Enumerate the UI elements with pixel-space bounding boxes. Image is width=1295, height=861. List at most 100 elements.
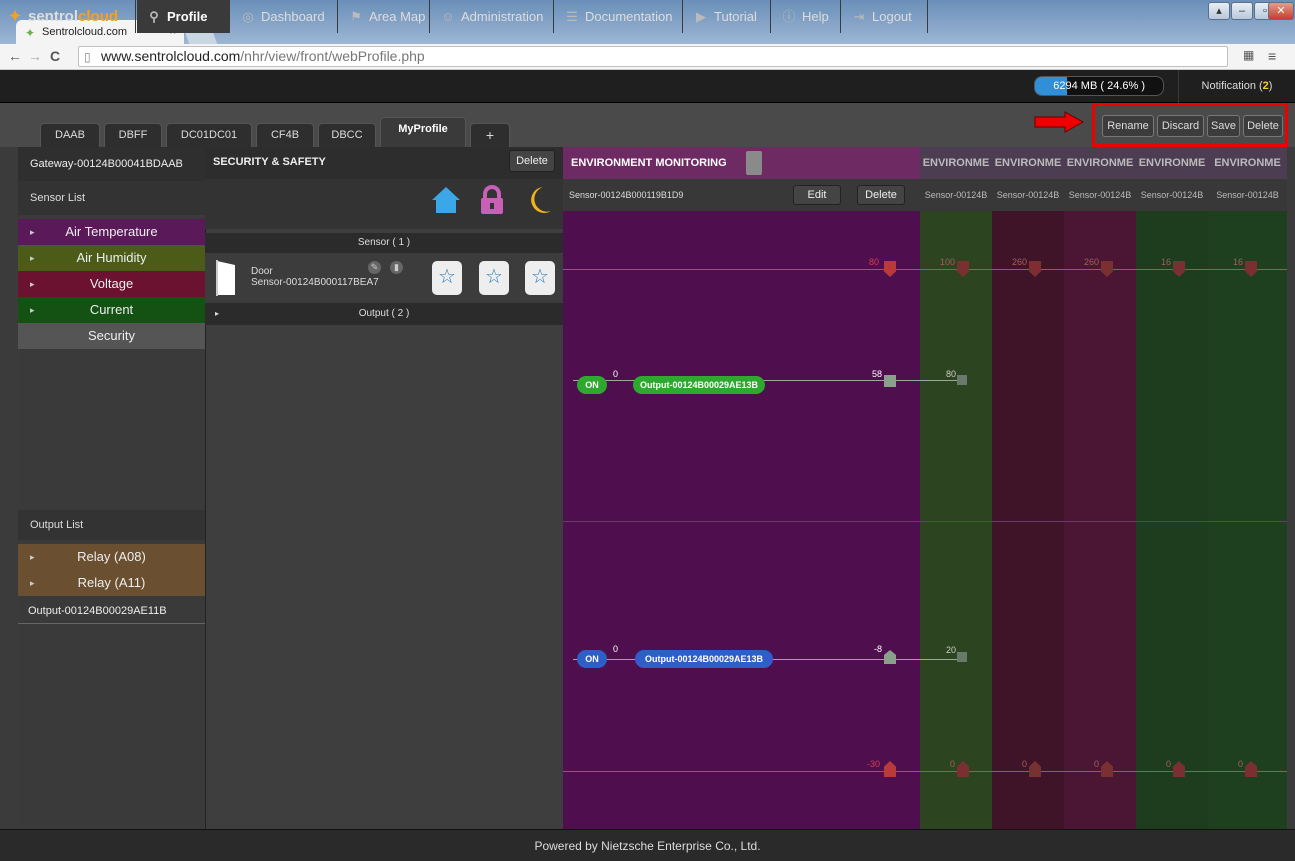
- play-icon: ▶: [696, 9, 706, 24]
- threshold-value: 0: [1238, 759, 1244, 769]
- nav-area-map[interactable]: ⚑ Area Map: [339, 0, 430, 33]
- delete-panel-button[interactable]: Delete: [509, 150, 555, 172]
- output-section-bar[interactable]: ▸ Output ( 2 ): [205, 303, 563, 325]
- lock-icon[interactable]: [477, 185, 507, 215]
- env-col-sensor: Sensor-00124B: [920, 179, 992, 211]
- edit-sensor-icon[interactable]: ✎: [368, 261, 381, 274]
- footer-text: Powered by Nietzsche Enterprise Co., Ltd…: [534, 839, 761, 853]
- menu-icon[interactable]: ≡: [1268, 48, 1276, 64]
- nav-help[interactable]: ⓘ Help: [772, 0, 841, 33]
- star-lock-icon[interactable]: ☆: [479, 261, 509, 295]
- notification-label: Notification (: [1201, 80, 1263, 92]
- window-profile-icon[interactable]: ▴: [1208, 2, 1230, 20]
- trash-icon[interactable]: [746, 151, 762, 175]
- env-edit-button[interactable]: Edit: [793, 185, 841, 205]
- nav-dashboard[interactable]: ◎ Dashboard: [231, 0, 338, 33]
- profile-tab[interactable]: CF4B: [256, 123, 314, 147]
- sensor-item-voltage[interactable]: ▸ Voltage: [18, 271, 205, 297]
- threshold-value: 0: [1094, 759, 1100, 769]
- sentrolcloud-logo[interactable]: ✦ sentrolcloud: [0, 0, 136, 33]
- security-icon-bar: [205, 179, 563, 229]
- output-1-on-toggle[interactable]: ON: [577, 376, 607, 394]
- logo-icon: ✦: [8, 8, 22, 25]
- profile-tab[interactable]: DAAB: [40, 123, 100, 147]
- window-close-icon[interactable]: ✕: [1268, 2, 1294, 20]
- sensor-item-current[interactable]: ▸ Current: [18, 297, 205, 323]
- add-profile-tab[interactable]: +: [470, 123, 510, 147]
- env-delete-button[interactable]: Delete: [857, 185, 905, 205]
- threshold-handle[interactable]: [884, 375, 896, 387]
- reload-icon[interactable]: C: [50, 48, 60, 64]
- map-pin-icon: ⚑: [350, 9, 362, 24]
- nav-administration[interactable]: ☺ Administration: [431, 0, 554, 33]
- home-icon[interactable]: [431, 185, 461, 215]
- sensor-section-bar[interactable]: Sensor ( 1 ): [205, 233, 563, 253]
- url-input[interactable]: ▯ www.sentrolcloud.com/nhr/view/front/we…: [78, 46, 1228, 67]
- output-item-relay-a08[interactable]: ▸ Relay (A08): [18, 544, 205, 570]
- sensor-item-air-humidity[interactable]: ▸ Air Humidity: [18, 245, 205, 271]
- profile-icon: ⚲: [149, 9, 159, 24]
- env-col-sensor: Sensor-00124B: [992, 179, 1064, 211]
- env-sensor-id: Sensor-00124B000119B1D9: [569, 190, 684, 200]
- output-1-label[interactable]: Output-00124B00029AE13B: [633, 376, 765, 394]
- url-path: /nhr/view/front/webProfile.php: [240, 48, 425, 64]
- info-icon: ⓘ: [782, 9, 796, 24]
- save-button[interactable]: Save: [1207, 115, 1240, 137]
- logo-text-b: cloud: [78, 8, 119, 25]
- trash-sensor-icon[interactable]: ▮: [390, 261, 403, 274]
- nav-documentation[interactable]: ☰ Documentation: [555, 0, 683, 33]
- env-col-header: ENVIRONME: [920, 147, 992, 179]
- nav-tutorial[interactable]: ▶ Tutorial: [684, 0, 771, 33]
- sensor-item-label: Voltage: [89, 276, 134, 291]
- discard-button[interactable]: Discard: [1157, 115, 1204, 137]
- nav-area-map-label: Area Map: [369, 9, 426, 24]
- profile-tab-active[interactable]: MyProfile: [380, 117, 466, 147]
- threshold-value: 80: [946, 369, 957, 379]
- threshold-handle[interactable]: [957, 375, 967, 385]
- profile-tab[interactable]: DC01DC01: [166, 123, 252, 147]
- profile-tab[interactable]: DBCC: [318, 123, 376, 147]
- threshold-value: 100: [940, 257, 956, 267]
- forward-icon[interactable]: →: [28, 48, 42, 64]
- notification-label-end: ): [1268, 80, 1273, 92]
- moon-icon[interactable]: [523, 185, 553, 215]
- threshold-value: 260: [1012, 257, 1028, 267]
- nav-logout[interactable]: ⇥ Logout: [842, 0, 928, 33]
- logo-text-a: sentrol: [28, 8, 79, 25]
- back-icon[interactable]: ←: [8, 48, 22, 64]
- nav-tutorial-label: Tutorial: [714, 9, 757, 24]
- nav-profile[interactable]: ⚲ Profile: [137, 0, 230, 33]
- notification-button[interactable]: Notification (2): [1178, 70, 1295, 103]
- sensor-item-security[interactable]: Security: [18, 323, 205, 349]
- nav-profile-label: Profile: [167, 9, 208, 24]
- threshold-handle[interactable]: [957, 652, 967, 662]
- env-col-header: ENVIRONME: [1064, 147, 1136, 179]
- output-2-label[interactable]: Output-00124B00029AE13B: [635, 650, 773, 668]
- extension-icon[interactable]: ▦: [1243, 48, 1254, 62]
- output-item-label: Relay (A11): [77, 575, 146, 590]
- expand-caret-icon: ▸: [30, 253, 35, 263]
- door-icon: [216, 260, 235, 296]
- environment-monitoring-area: ENVIRONMENT MONITORING ENVIRONME ENVIRON…: [563, 147, 1287, 829]
- user-icon: ☺: [441, 9, 455, 24]
- nav-logout-label: Logout: [872, 9, 912, 24]
- window-minimize-icon[interactable]: –: [1231, 2, 1253, 20]
- profile-tab[interactable]: DBFF: [104, 123, 162, 147]
- env-col-sensor: Sensor-00124B: [1208, 179, 1287, 211]
- rename-button[interactable]: Rename: [1102, 115, 1154, 137]
- delete-profile-button[interactable]: Delete: [1243, 115, 1283, 137]
- sensor-item-air-temperature[interactable]: ▸ Air Temperature: [18, 219, 205, 245]
- output-item-label: Relay (A08): [77, 549, 146, 564]
- gateway-label[interactable]: Gateway-00124B00041BDAAB: [18, 147, 205, 181]
- output-device-label[interactable]: Output-00124B00029AE11B: [18, 598, 205, 624]
- output-2-on-toggle[interactable]: ON: [577, 650, 607, 668]
- star-home-icon[interactable]: ☆: [432, 261, 462, 295]
- output-item-relay-a11[interactable]: ▸ Relay (A11): [18, 570, 205, 596]
- env-column-maroon-1: [992, 147, 1064, 829]
- url-host: www.sentrolcloud.com: [101, 48, 241, 64]
- threshold-value: 260: [1084, 257, 1100, 267]
- star-moon-icon[interactable]: ☆: [525, 261, 555, 295]
- output-1-line: [573, 380, 957, 381]
- expand-caret-icon: ▸: [30, 552, 35, 562]
- door-sensor-row[interactable]: Door Sensor-00124B000117BEA7 ✎ ▮: [205, 253, 563, 303]
